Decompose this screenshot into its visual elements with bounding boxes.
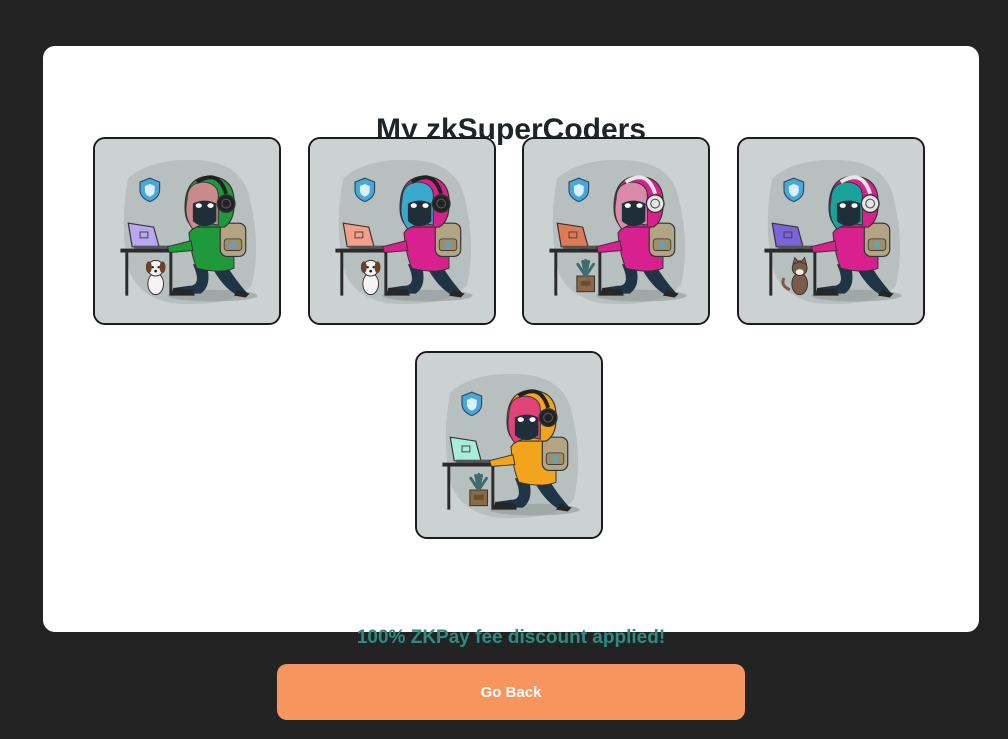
potted-plant-icon xyxy=(469,472,488,507)
nft-collection-card: My zkSuperCoders 100% ZKPay fee discount… xyxy=(43,46,979,648)
backpack-icon xyxy=(219,222,247,258)
potted-plant-icon xyxy=(576,258,595,293)
backpack-icon xyxy=(434,222,462,258)
dog-icon xyxy=(145,259,166,296)
nft-tile[interactable] xyxy=(737,137,925,325)
backpack-icon xyxy=(648,222,676,258)
nft-tile[interactable] xyxy=(415,351,603,539)
shield-icon xyxy=(568,177,590,203)
dog-icon xyxy=(360,259,381,296)
nft-tile[interactable] xyxy=(308,137,496,325)
nft-tile[interactable] xyxy=(93,137,281,325)
shield-icon xyxy=(461,391,483,417)
shield-icon xyxy=(354,177,376,203)
backpack-icon xyxy=(541,436,569,472)
nft-tile[interactable] xyxy=(522,137,710,325)
go-back-button[interactable]: Go Back xyxy=(277,664,745,720)
backpack-icon xyxy=(863,222,891,258)
shield-icon xyxy=(139,177,161,203)
shield-icon xyxy=(783,177,805,203)
discount-status-text: 100% ZKPay fee discount applied! xyxy=(356,627,666,648)
